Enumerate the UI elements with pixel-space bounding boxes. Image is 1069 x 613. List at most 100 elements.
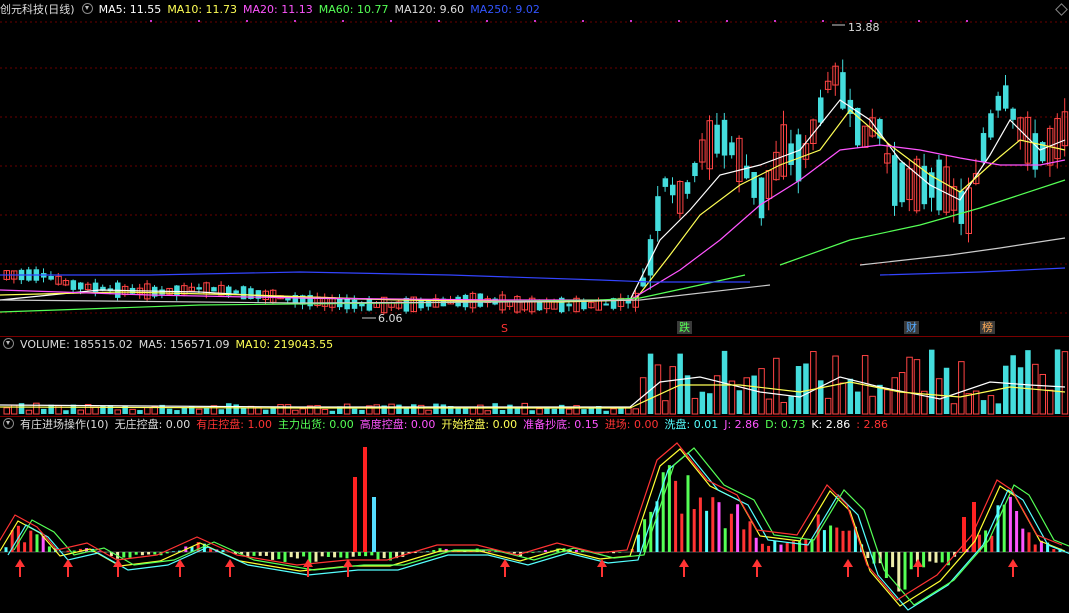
volume-bar-down — [995, 403, 1002, 414]
ma250-label: MA250: 9.02 — [470, 3, 540, 16]
volume-bar-down — [41, 408, 47, 414]
volume-bar-up — [425, 409, 432, 415]
candle-down — [655, 196, 661, 232]
price-pane[interactable]: 创元科技(日线) MA5: 11.55 MA10: 11.73 MA20: 11.13… — [0, 0, 1069, 336]
candle-down — [980, 133, 987, 163]
candle-down — [751, 172, 757, 198]
volume-bar-up — [77, 409, 84, 415]
volume-bar-down — [581, 409, 587, 414]
buy-arrow-icon — [63, 559, 73, 567]
volume-bar-down — [507, 404, 513, 414]
candle-down — [174, 285, 180, 296]
buy-arrow-icon — [913, 559, 923, 567]
price-header: 创元科技(日线) MA5: 11.55 MA10: 11.73 MA20: 11.13… — [0, 2, 546, 18]
volume-bar-down — [433, 403, 439, 414]
volume-bar-down — [707, 393, 713, 414]
candle-down — [899, 162, 905, 203]
ma250-line — [0, 271, 750, 283]
candle-down — [647, 239, 654, 276]
volume-bar-down — [492, 403, 498, 414]
ind-item-11: : 2.86 — [856, 418, 888, 431]
volume-bar-down — [218, 409, 225, 414]
candle-down — [48, 275, 54, 280]
ma10-label: MA10: 11.73 — [167, 3, 238, 16]
volume-bar-up — [277, 404, 284, 415]
volume-bar-down — [684, 375, 691, 414]
volume-bar-up — [935, 378, 943, 415]
volume-bar-up — [898, 372, 906, 415]
volume-bar-down — [980, 400, 987, 414]
candle-down — [670, 184, 676, 196]
candle-down — [603, 303, 609, 306]
volume-bar-up — [1061, 351, 1069, 415]
volume-bar-up — [610, 408, 617, 415]
volume-bar-up — [906, 356, 913, 415]
candle-down — [211, 287, 217, 292]
candle-down — [818, 97, 824, 123]
volume-bar-down — [1010, 355, 1016, 414]
volume-bar-up — [654, 364, 662, 415]
volume-bar-down — [1054, 349, 1061, 414]
ind-item-9: D: 0.73 — [765, 418, 806, 431]
volume-bar-down — [174, 410, 180, 414]
volume-bar-up — [92, 406, 99, 415]
volume-bar-down — [1025, 350, 1031, 414]
volume-bar-down — [1003, 365, 1009, 414]
low-price-label: 6.06 — [378, 312, 403, 325]
candle-down — [1032, 133, 1039, 170]
candle-down — [1003, 85, 1009, 109]
volume-bar-down — [647, 353, 654, 414]
volume-bar-down — [351, 408, 358, 414]
candle-down — [714, 124, 720, 154]
volume-bar-down — [929, 349, 935, 414]
volume-bar-up — [388, 403, 395, 415]
volume-bar-up — [114, 409, 121, 415]
volume-bar-up — [343, 403, 351, 415]
ind-item-1: 有庄控盘: 1.00 — [196, 418, 272, 431]
volume-bar-up — [373, 404, 380, 415]
ma250-line-2 — [879, 267, 1066, 276]
volume-bar-down — [226, 403, 232, 414]
volume-bar-up — [765, 398, 773, 415]
volume-bar-down — [63, 410, 69, 414]
high-price-label: 13.88 — [848, 21, 880, 34]
volume-bar-up — [884, 389, 891, 415]
dot-marker — [726, 20, 728, 22]
buy-arrow-icon — [843, 559, 853, 567]
volume-bar-down — [795, 366, 802, 414]
candle-down — [729, 142, 735, 156]
volume-bar-up — [824, 397, 832, 415]
red-line — [0, 442, 1063, 601]
dot-marker — [534, 20, 536, 22]
ind-item-7: 洗盘: 0.01 — [664, 418, 719, 431]
volume-bar-up — [662, 400, 669, 415]
stock-title: 创元科技(日线) — [0, 3, 75, 16]
dropdown-icon[interactable] — [3, 338, 14, 349]
volume-bar-down — [1017, 367, 1024, 414]
volume-pane[interactable]: VOLUME: 185515.02 MA5: 156571.09 MA10: 219… — [0, 337, 1069, 416]
ind-item-4: 开始控盘: 0.00 — [441, 418, 518, 431]
dropdown-icon[interactable] — [3, 418, 14, 429]
volume-bar-down — [166, 408, 173, 414]
candle-down — [581, 300, 587, 310]
volume-bar-down — [396, 404, 402, 414]
volume-bar-down — [877, 384, 883, 414]
buy-arrow-icon — [225, 559, 235, 567]
candle-down — [159, 289, 165, 295]
vol-ma10-label: MA10: 219043.55 — [235, 338, 334, 351]
candle-down — [988, 113, 994, 138]
volume-bar-up — [987, 395, 995, 415]
volume-bar-down — [233, 404, 239, 414]
spike-bar — [372, 497, 376, 552]
volume-bar-up — [321, 409, 329, 415]
candle-down — [566, 303, 572, 307]
volume-bar-up — [129, 408, 136, 415]
dot-marker — [342, 20, 344, 22]
volume-bar-up — [632, 408, 639, 415]
volume-bar-down — [107, 405, 114, 414]
volume-bar-down — [440, 404, 447, 414]
indicator-pane[interactable]: 有庄进场操作(10) 无庄控盘: 0.00 有庄控盘: 1.00 主力出货: 0.00… — [0, 417, 1069, 613]
dropdown-icon[interactable] — [81, 3, 93, 14]
candle-down — [692, 162, 698, 177]
candle-down — [366, 299, 373, 311]
